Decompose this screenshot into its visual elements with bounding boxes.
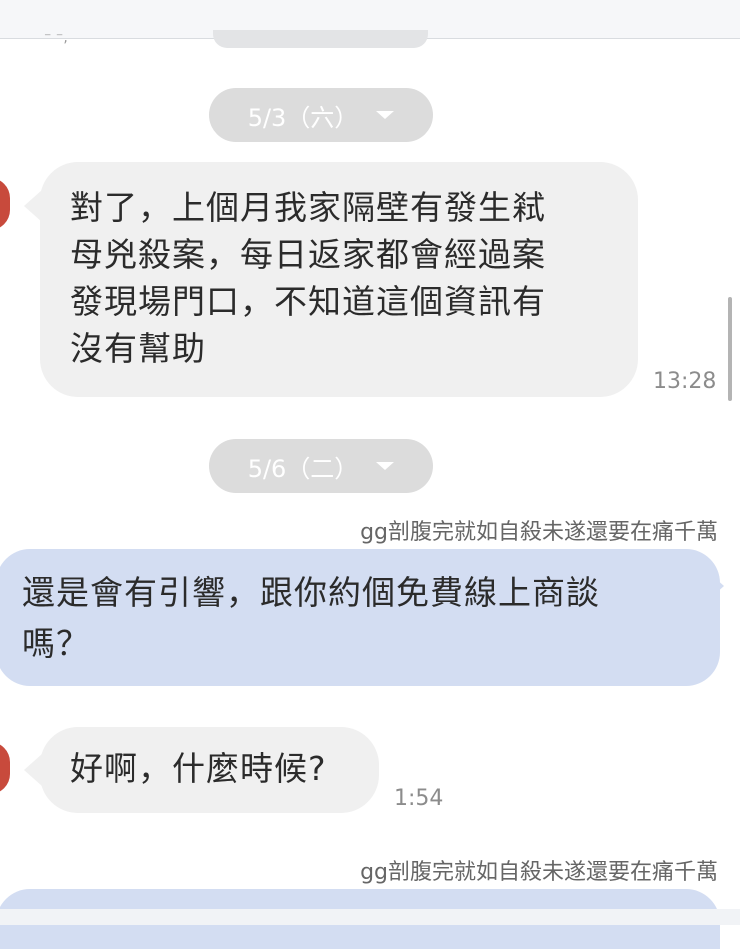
message-line: 對了，上個月我家隔壁有發生弒	[70, 188, 546, 227]
message-time: 13:28	[653, 369, 717, 394]
date-separator[interactable]: 5/6（二）	[209, 439, 433, 493]
avatar[interactable]	[0, 178, 10, 230]
message-line: 發現場門口，不知道這個資訊有	[70, 282, 546, 321]
message-line: 還是會有引響，跟你約個免費線上商談	[22, 573, 600, 612]
previous-message-fragment: ⁻ ⁻‚	[44, 30, 68, 46]
date-label: 5/3（六）	[247, 103, 359, 132]
chevron-down-icon	[376, 462, 395, 470]
chevron-down-icon	[376, 111, 395, 119]
date-separator[interactable]: 5/3（六）	[209, 88, 433, 142]
outgoing-message-bubble[interactable]: 還是會有引響，跟你約個免費線上商談 嗎？	[0, 549, 720, 686]
incoming-message-bubble[interactable]: 好啊，什麼時候?	[40, 727, 379, 813]
message-line: 沒有幫助	[70, 329, 206, 368]
bottom-bar	[0, 909, 740, 925]
message-line: 嗎？	[22, 624, 90, 663]
message-line: 母兇殺案，每日返家都會經過案	[70, 235, 546, 274]
message-line: 好啊，什麼時候?	[70, 749, 327, 788]
incoming-message-bubble[interactable]: 對了，上個月我家隔壁有發生弒 母兇殺案，每日返家都會經過案 發現場門口，不知道這…	[40, 162, 638, 397]
avatar[interactable]	[0, 742, 10, 794]
previous-date-separator[interactable]	[213, 30, 428, 48]
scrollbar[interactable]	[728, 297, 732, 401]
sender-name: gg剖腹完就如自殺未遂還要在痛千萬	[360, 860, 718, 885]
date-label: 5/6（二）	[247, 454, 359, 483]
sender-name: gg剖腹完就如自殺未遂還要在痛千萬	[360, 520, 718, 545]
message-time: 1:54	[394, 786, 444, 811]
